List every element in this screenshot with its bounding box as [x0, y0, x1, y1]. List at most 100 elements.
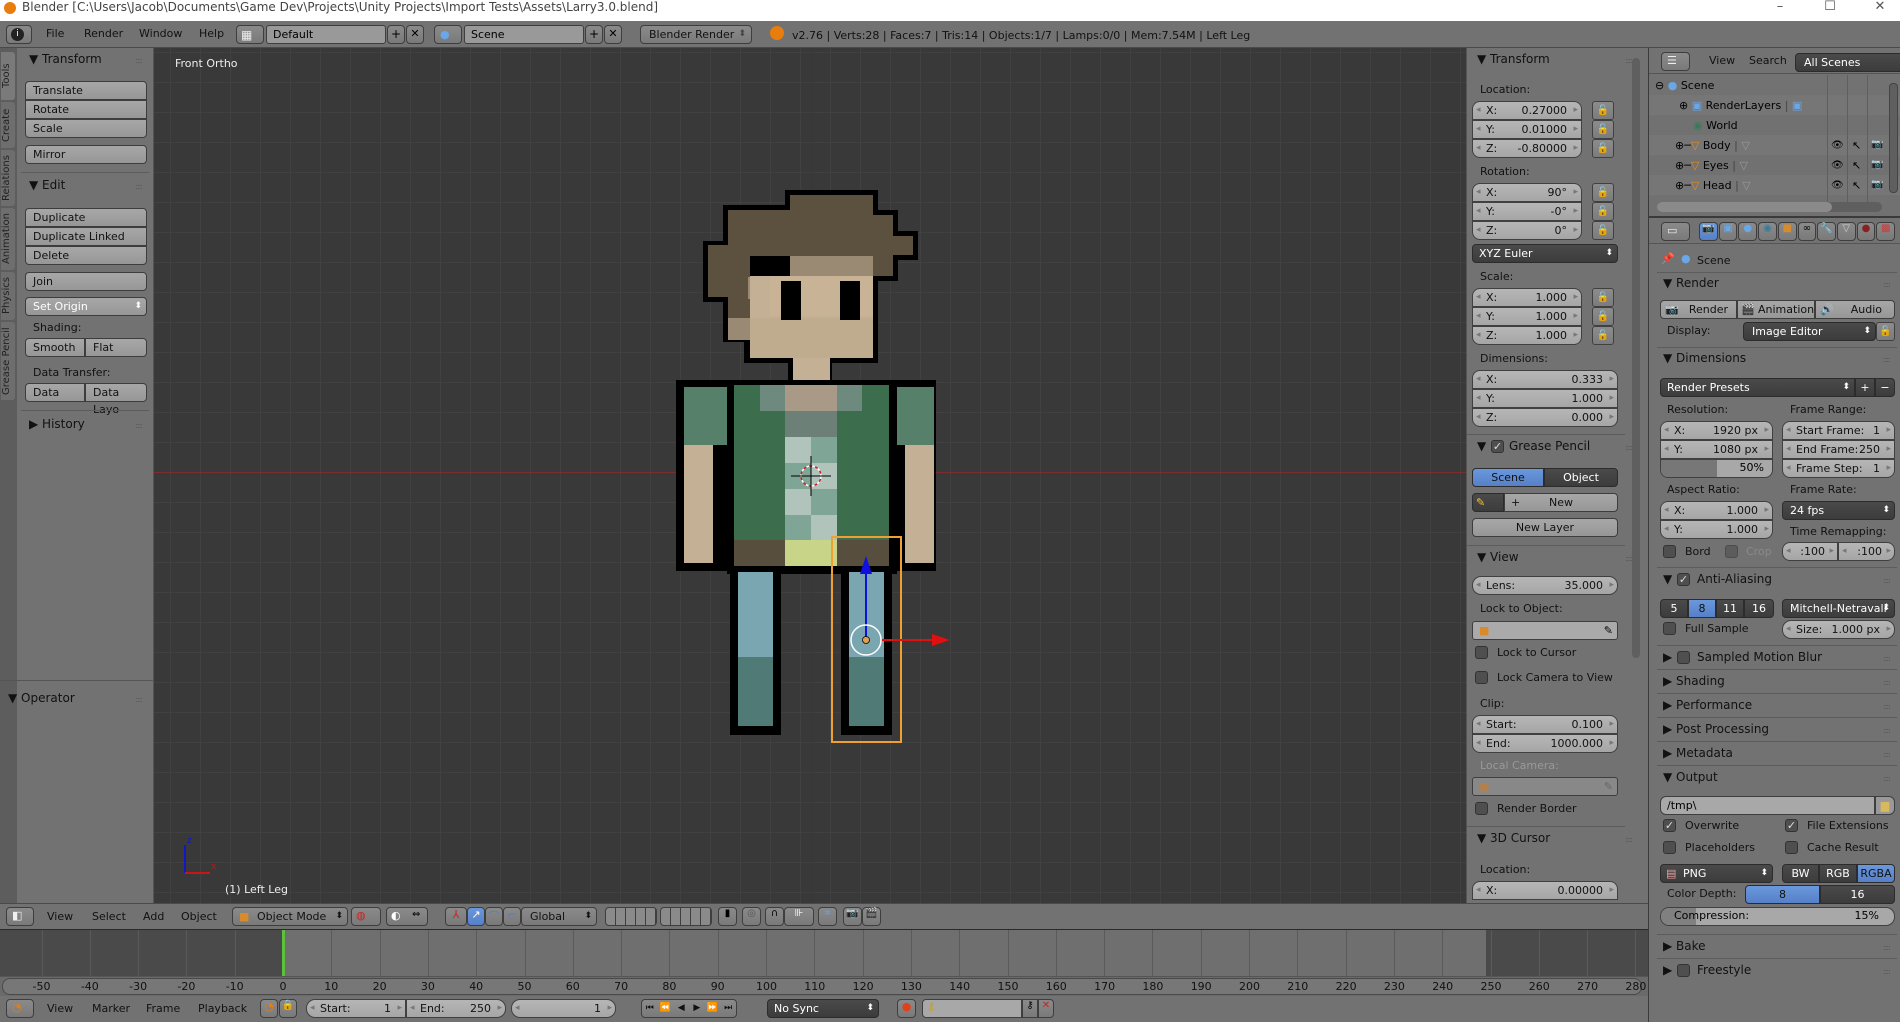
border-checkbox[interactable] — [1663, 545, 1676, 558]
crop-checkbox[interactable] — [1725, 545, 1738, 558]
aa-samples-5[interactable]: 5 — [1660, 599, 1688, 618]
dimensions-panel-header[interactable]: ▼ Dimensions — [1663, 351, 1746, 365]
tab-animation[interactable]: Animation — [1, 208, 15, 270]
viewport-shading-dropdown[interactable]: ◍ — [351, 907, 381, 926]
aa-samples-8[interactable]: 8 — [1688, 599, 1716, 618]
bake-panel-header[interactable]: ▶ Bake — [1663, 939, 1706, 953]
keying-set-field[interactable]: ⚷ — [922, 999, 1022, 1018]
render-button[interactable]: 📷 Render — [1660, 300, 1737, 319]
render-layers-context-icon[interactable]: ▣ — [1718, 222, 1738, 241]
drag-handle-icon[interactable]: :::: — [1883, 774, 1891, 783]
grease-pencil-panel-header[interactable]: ▼ — [1477, 439, 1486, 453]
color-depth-16[interactable]: 16 — [1820, 885, 1895, 904]
end-frame-field[interactable]: End Frame:250 — [1782, 440, 1895, 459]
visibility-eye-icon[interactable]: 👁 — [1831, 140, 1844, 151]
outliner-menu-view[interactable]: View — [1709, 54, 1735, 67]
expand-icon[interactable]: ⊕ — [1679, 99, 1688, 112]
transform-orientation-dropdown[interactable]: Global ⬍ — [521, 907, 597, 926]
drag-handle-icon[interactable]: :::: — [1625, 554, 1633, 563]
tab-grease-pencil[interactable]: Grease Pencil — [1, 322, 15, 400]
visibility-eye-icon[interactable]: 👁 — [1831, 180, 1844, 191]
render-audio-button[interactable]: 🔊 Audio — [1815, 300, 1895, 319]
eyedropper-icon[interactable]: ✎ — [1604, 622, 1613, 639]
editor-type-info-button[interactable]: i — [6, 25, 32, 44]
drag-handle-icon[interactable]: :::: — [1625, 443, 1633, 452]
constraints-context-icon[interactable]: ∞ — [1797, 222, 1817, 241]
lock-icon[interactable]: 🔓 — [1592, 101, 1614, 120]
3d-menu-select[interactable]: Select — [92, 910, 126, 923]
add-scene-icon[interactable]: + — [585, 25, 603, 44]
delete-layout-icon[interactable]: ✕ — [406, 25, 424, 44]
editor-type-3dview-button[interactable]: ◧ — [6, 907, 34, 926]
pivot-point-dropdown[interactable]: ◐ ⇔ — [386, 907, 428, 926]
translate-manipulator-icon[interactable]: ↗ — [467, 907, 485, 926]
scale-manipulator-icon[interactable]: ⌐ — [503, 907, 521, 926]
post-processing-panel-header[interactable]: ▶ Post Processing — [1663, 722, 1769, 736]
menu-help[interactable]: Help — [199, 27, 224, 40]
visibility-eye-icon[interactable]: 👁 — [1831, 160, 1844, 171]
resolution-y-field[interactable]: Y:1080 px — [1660, 440, 1773, 459]
3d-menu-object[interactable]: Object — [181, 910, 217, 923]
3d-menu-add[interactable]: Add — [143, 910, 164, 923]
drag-handle-icon[interactable]: :::: — [1625, 835, 1633, 844]
scale-x-field[interactable]: X:1.000 — [1472, 288, 1582, 307]
drag-handle-icon[interactable]: :::: — [1883, 280, 1891, 289]
drag-handle-icon[interactable]: :::: — [1883, 726, 1891, 735]
delete-button[interactable]: Delete — [25, 246, 147, 265]
3d-viewport[interactable]: Front Ortho z x (1) Left Leg — [154, 48, 1466, 903]
file-format-dropdown[interactable]: ▤ PNG ⬍ — [1660, 864, 1773, 883]
gp-new-button[interactable]: + New — [1504, 493, 1618, 512]
snap-magnet-icon[interactable]: ∩ — [765, 907, 784, 926]
aa-samples-11[interactable]: 11 — [1716, 599, 1744, 618]
editor-type-outliner-button[interactable]: ☰ — [1661, 52, 1690, 71]
aspect-y-field[interactable]: Y:1.000 — [1660, 520, 1773, 539]
rotation-y-field[interactable]: Y:-0° — [1472, 202, 1582, 221]
timeline-end-field[interactable]: End:250 — [406, 999, 506, 1018]
collapse-icon[interactable]: ⊖ — [1655, 79, 1664, 92]
render-panel-header[interactable]: ▼ Render — [1663, 276, 1719, 290]
selectable-cursor-icon[interactable]: ↖ — [1852, 139, 1861, 152]
lock-icon[interactable]: 🔓 — [1592, 326, 1614, 345]
drag-handle-icon[interactable]: :::: — [1883, 967, 1891, 976]
close-button[interactable]: ✕ — [1862, 0, 1898, 14]
duplicate-button[interactable]: Duplicate — [25, 208, 147, 227]
lock-camera-layers-icon[interactable]: ▮ — [718, 907, 737, 926]
drag-handle-icon[interactable]: :::: — [1883, 576, 1891, 585]
metadata-panel-header[interactable]: ▶ Metadata — [1663, 746, 1733, 760]
drag-handle-icon[interactable]: :::: — [1883, 355, 1891, 364]
proportional-edit-icon[interactable]: ◎ — [742, 907, 761, 926]
gp-object-tab[interactable]: Object — [1544, 468, 1618, 487]
timeline-menu-marker[interactable]: Marker — [92, 1002, 130, 1015]
expand-icon[interactable]: ⊕ — [1675, 159, 1684, 172]
scene-context-icon[interactable]: ● — [1738, 222, 1758, 241]
color-mode-bw[interactable]: BW — [1782, 864, 1819, 883]
join-button[interactable]: Join — [25, 272, 147, 291]
render-engine-dropdown[interactable]: Blender Render ⬍ — [640, 25, 752, 44]
scale-button[interactable]: Scale — [25, 119, 147, 138]
delete-keyframe-icon[interactable]: ✕ — [1038, 999, 1054, 1018]
outliner-item-scene[interactable]: ⊖ ● Scene — [1655, 79, 1714, 92]
clip-start-field[interactable]: Start:0.100 — [1472, 715, 1618, 734]
rotate-manipulator-icon[interactable]: ⌒ — [485, 907, 503, 926]
aa-filter-dropdown[interactable]: Mitchell-Netravali ⬍ — [1782, 599, 1895, 618]
renderable-camera-icon[interactable]: 📷 — [1871, 139, 1883, 150]
data-transfer-button[interactable]: Data — [25, 383, 85, 402]
display-dropdown[interactable]: Image Editor ⬍ — [1743, 322, 1876, 341]
3d-cursor-panel-header[interactable]: ▼ 3D Cursor — [1477, 831, 1550, 845]
pin-icon[interactable]: 📌 — [1661, 252, 1675, 265]
color-depth-8[interactable]: 8 — [1745, 885, 1820, 904]
file-extensions-checkbox[interactable]: ✓ — [1785, 819, 1798, 832]
renderable-camera-icon[interactable]: 📷 — [1871, 179, 1883, 190]
history-panel-header[interactable]: ▶ History — [29, 417, 85, 431]
scale-z-field[interactable]: Z:1.000 — [1472, 326, 1582, 345]
gp-new-layer-button[interactable]: New Layer — [1472, 518, 1618, 537]
jump-to-start-icon[interactable]: ⏮ — [642, 1000, 658, 1017]
editor-type-timeline-button[interactable]: ◔ — [6, 999, 34, 1018]
drag-handle-icon[interactable]: :::: — [135, 182, 143, 191]
manipulator-toggle-icon[interactable]: ⅄ — [445, 907, 467, 926]
location-z-field[interactable]: Z:-0.80000 — [1472, 139, 1582, 158]
scene-name-field[interactable]: Scene — [464, 25, 584, 44]
snap-element-dropdown[interactable]: ⊪ — [784, 907, 814, 926]
3d-menu-view[interactable]: View — [47, 910, 73, 923]
current-frame-indicator[interactable] — [282, 930, 285, 976]
